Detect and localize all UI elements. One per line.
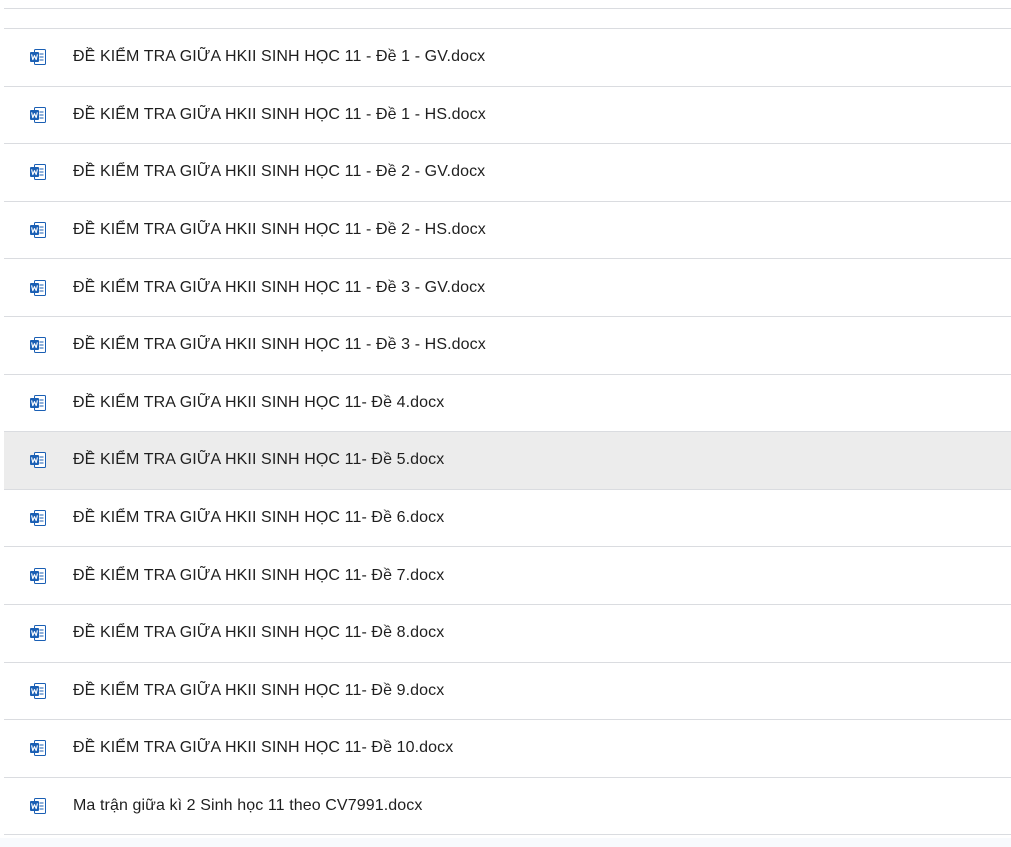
word-doc-icon <box>30 222 46 239</box>
file-row[interactable]: ĐỀ KIỂM TRA GIỮA HKII SINH HỌC 11 - Đề 2… <box>4 202 1011 260</box>
file-name: ĐỀ KIỂM TRA GIỮA HKII SINH HỌC 11- Đề 8.… <box>73 624 445 642</box>
file-row[interactable]: ĐỀ KIỂM TRA GIỮA HKII SINH HỌC 11 - Đề 1… <box>4 87 1011 145</box>
word-doc-icon <box>30 682 46 699</box>
file-row[interactable]: ĐỀ KIỂM TRA GIỮA HKII SINH HỌC 11- Đề 9.… <box>4 663 1011 721</box>
previous-row-edge <box>4 0 1011 9</box>
file-row[interactable]: ĐỀ KIỂM TRA GIỮA HKII SINH HỌC 11- Đề 7.… <box>4 547 1011 605</box>
word-doc-icon <box>30 510 46 527</box>
file-name: Ma trận giữa kì 2 Sinh học 11 theo CV799… <box>73 797 423 815</box>
file-row[interactable]: ĐỀ KIỂM TRA GIỮA HKII SINH HỌC 11- Đề 10… <box>4 720 1011 778</box>
file-name: ĐỀ KIỂM TRA GIỮA HKII SINH HỌC 11- Đề 10… <box>73 739 454 757</box>
file-name: ĐỀ KIỂM TRA GIỮA HKII SINH HỌC 11 - Đề 2… <box>73 221 486 239</box>
file-name: ĐỀ KIỂM TRA GIỮA HKII SINH HỌC 11 - Đề 2… <box>73 163 486 181</box>
file-name: ĐỀ KIỂM TRA GIỮA HKII SINH HỌC 11- Đề 4.… <box>73 393 445 411</box>
file-row[interactable]: ĐỀ KIỂM TRA GIỮA HKII SINH HỌC 11 - Đề 1… <box>4 29 1011 87</box>
file-row[interactable]: Ma trận giữa kì 2 Sinh học 11 theo CV799… <box>4 778 1011 836</box>
word-doc-icon <box>30 567 46 584</box>
file-list-panel: ĐỀ KIỂM TRA GIỮA HKII SINH HỌC 11 - Đề 1… <box>0 0 1011 838</box>
file-name: ĐỀ KIỂM TRA GIỮA HKII SINH HỌC 11- Đề 5.… <box>73 451 445 469</box>
file-row[interactable]: ĐỀ KIỂM TRA GIỮA HKII SINH HỌC 11 - Đề 3… <box>4 259 1011 317</box>
word-doc-icon <box>30 625 46 642</box>
file-row[interactable]: ĐỀ KIỂM TRA GIỮA HKII SINH HỌC 11- Đề 6.… <box>4 490 1011 548</box>
word-doc-icon <box>30 279 46 296</box>
file-name: ĐỀ KIỂM TRA GIỮA HKII SINH HỌC 11 - Đề 1… <box>73 105 486 123</box>
word-doc-icon <box>30 106 46 123</box>
file-name: ĐỀ KIỂM TRA GIỮA HKII SINH HỌC 11- Đề 6.… <box>73 509 445 527</box>
file-name: ĐỀ KIỂM TRA GIỮA HKII SINH HỌC 11 - Đề 1… <box>73 48 486 66</box>
file-row[interactable]: ĐỀ KIỂM TRA GIỮA HKII SINH HỌC 11- Đề 4.… <box>4 375 1011 433</box>
file-list: ĐỀ KIỂM TRA GIỮA HKII SINH HỌC 11 - Đề 1… <box>4 28 1011 836</box>
word-doc-icon <box>30 740 46 757</box>
file-name: ĐỀ KIỂM TRA GIỮA HKII SINH HỌC 11 - Đề 3… <box>73 336 486 354</box>
file-row[interactable]: ĐỀ KIỂM TRA GIỮA HKII SINH HỌC 11 - Đề 3… <box>4 317 1011 375</box>
file-name: ĐỀ KIỂM TRA GIỮA HKII SINH HỌC 11 - Đề 3… <box>73 278 486 296</box>
word-doc-icon <box>30 452 46 469</box>
file-row[interactable]: ĐỀ KIỂM TRA GIỮA HKII SINH HỌC 11 - Đề 2… <box>4 144 1011 202</box>
word-doc-icon <box>30 164 46 181</box>
word-doc-icon <box>30 337 46 354</box>
file-name: ĐỀ KIỂM TRA GIỮA HKII SINH HỌC 11- Đề 9.… <box>73 681 445 699</box>
word-doc-icon <box>30 49 46 66</box>
word-doc-icon <box>30 394 46 411</box>
file-row[interactable]: ĐỀ KIỂM TRA GIỮA HKII SINH HỌC 11- Đề 5.… <box>4 432 1011 490</box>
file-name: ĐỀ KIỂM TRA GIỮA HKII SINH HỌC 11- Đề 7.… <box>73 566 445 584</box>
file-row[interactable]: ĐỀ KIỂM TRA GIỮA HKII SINH HỌC 11- Đề 8.… <box>4 605 1011 663</box>
word-doc-icon <box>30 798 46 815</box>
